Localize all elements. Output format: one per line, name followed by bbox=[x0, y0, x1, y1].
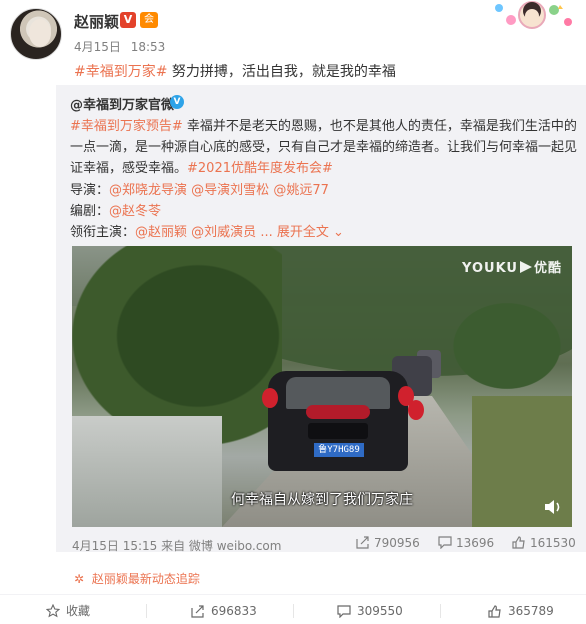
like-button[interactable]: 365789 bbox=[488, 601, 554, 621]
blue-verified-icon: V bbox=[170, 95, 184, 109]
repost-body: #幸福到万家预告# 幸福并不是老天的恩赐，也不是其他人的责任，幸福是我们生活中的… bbox=[70, 116, 580, 179]
event-hashtag-link[interactable]: #2021优酷年度发布会# bbox=[187, 161, 333, 176]
bar-divider bbox=[440, 604, 441, 618]
repost-like-count: 161530 bbox=[530, 536, 576, 550]
post-text: #幸福到万家# 努力拼搏，活出自我，就是我的幸福 bbox=[74, 61, 396, 81]
video-player[interactable]: 鲁Y7HG89 YOUKU 优酷 何幸福自从嫁到了我们万家庄 bbox=[72, 246, 572, 527]
thumbs-up-icon bbox=[488, 605, 501, 618]
comment-icon bbox=[337, 605, 351, 619]
track-text: 赵丽颖最新动态追踪 bbox=[91, 572, 200, 586]
repost-author-link[interactable]: @幸福到万家官微 bbox=[70, 94, 174, 113]
writer-link[interactable]: @赵冬苓 bbox=[109, 204, 161, 219]
volume-icon[interactable] bbox=[544, 499, 562, 515]
star-icon bbox=[45, 603, 61, 618]
verified-icon[interactable]: V bbox=[120, 12, 136, 28]
youku-logo: YOUKU 优酷 bbox=[462, 257, 562, 276]
like-count: 365789 bbox=[508, 604, 554, 618]
decoration-badge-icon bbox=[495, 1, 572, 29]
cast-link[interactable]: @刘威演员 bbox=[191, 225, 256, 240]
repost-comment-count: 13696 bbox=[456, 536, 495, 550]
video-subtitle: 何幸福自从嫁到了我们万家庄 bbox=[231, 492, 413, 508]
video-car: 鲁Y7HG89 bbox=[268, 371, 408, 471]
username[interactable]: 赵丽颖 bbox=[74, 11, 119, 32]
post-meta: 4月15日 18:53 bbox=[74, 38, 165, 55]
cast-link[interactable]: @赵丽颖 bbox=[135, 225, 187, 240]
director-link[interactable]: @导演刘雪松 bbox=[191, 183, 269, 198]
thumbs-up-icon bbox=[512, 536, 525, 549]
expand-full-text-link[interactable]: ... 展开全文 bbox=[260, 225, 329, 240]
weibo-post: 赵丽颖 V 会 4月15日 18:53 #幸福到万家# 努力拼搏，活出自我，就是… bbox=[0, 0, 586, 624]
youku-brand-cn: 优酷 bbox=[533, 261, 562, 276]
director-link[interactable]: @郑晓龙导演 bbox=[109, 183, 187, 198]
repost-hashtag-link[interactable]: #幸福到万家预告# bbox=[70, 119, 183, 134]
cast-label: 领衔主演： bbox=[70, 225, 136, 240]
post-body: 努力拼搏，活出自我，就是我的幸福 bbox=[167, 64, 396, 80]
share-icon bbox=[191, 605, 204, 618]
youku-brand: YOUKU bbox=[462, 261, 518, 276]
comment-count: 309550 bbox=[357, 604, 403, 618]
share-icon bbox=[356, 536, 369, 549]
bar-divider bbox=[146, 604, 147, 618]
director-label: 导演： bbox=[70, 183, 110, 198]
flower-icon: ✲ bbox=[74, 572, 85, 586]
repost-forward-stat[interactable]: 790956 bbox=[356, 536, 420, 550]
comment-icon bbox=[438, 536, 452, 550]
repost-comment-stat[interactable]: 13696 bbox=[438, 536, 494, 550]
bar-divider bbox=[293, 604, 294, 618]
repost-count: 696833 bbox=[211, 604, 257, 618]
repost-like-stat[interactable]: 161530 bbox=[512, 536, 576, 550]
repost-time-source[interactable]: 4月15日 15:15 来自 微博 weibo.com bbox=[72, 537, 281, 554]
license-plate: 鲁Y7HG89 bbox=[314, 443, 364, 457]
post-time[interactable]: 18:53 bbox=[131, 40, 166, 54]
reposted-content: @幸福到万家官微 V #幸福到万家预告# 幸福并不是老天的恩赐，也不是其他人的责… bbox=[56, 85, 586, 554]
post-hashtag-link[interactable]: #幸福到万家# bbox=[74, 64, 167, 80]
director-link[interactable]: @姚远77 bbox=[273, 183, 329, 198]
avatar[interactable] bbox=[10, 8, 62, 60]
writer-line: 编剧：@赵冬苓 bbox=[70, 200, 161, 219]
repost-button[interactable]: 696833 bbox=[191, 601, 257, 621]
repost-forward-count: 790956 bbox=[374, 536, 420, 550]
play-icon bbox=[519, 261, 532, 273]
cast-line: 领衔主演：@赵丽颖 @刘威演员 ... 展开全文 ⌄ bbox=[70, 221, 344, 240]
divider bbox=[0, 594, 586, 595]
track-link[interactable]: ✲ 赵丽颖最新动态追踪 bbox=[74, 570, 200, 587]
comment-button[interactable]: 309550 bbox=[337, 601, 403, 621]
favorite-button[interactable]: 收藏 bbox=[45, 601, 91, 621]
director-line: 导演：@郑晓龙导演 @导演刘雪松 @姚远77 bbox=[70, 179, 329, 198]
favorite-label: 收藏 bbox=[66, 604, 91, 618]
chevron-down-icon[interactable]: ⌄ bbox=[329, 225, 344, 240]
writer-label: 编剧： bbox=[70, 204, 110, 219]
post-date[interactable]: 4月15日 bbox=[74, 40, 121, 54]
member-icon[interactable]: 会 bbox=[140, 12, 158, 28]
